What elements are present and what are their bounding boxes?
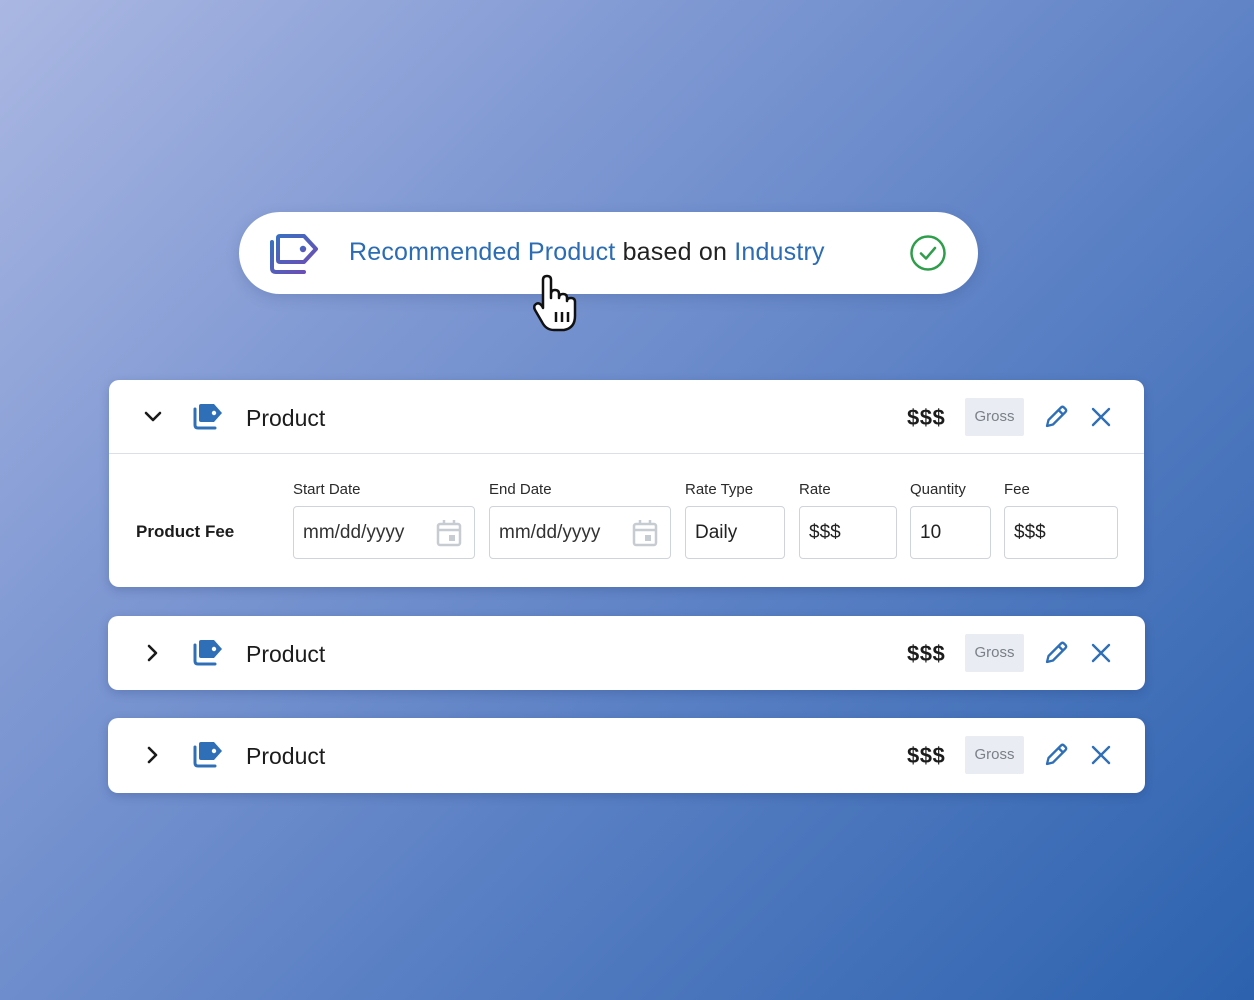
product-card-header[interactable]: Product $$$ Gross: [108, 718, 1145, 792]
rate-input[interactable]: [809, 507, 896, 558]
gross-badge: Gross: [965, 736, 1024, 774]
quantity-field[interactable]: [910, 506, 991, 559]
rate-type-label: Rate Type: [685, 481, 754, 498]
fee-input[interactable]: [1014, 507, 1117, 558]
recommendation-text[interactable]: Recommended Product based on Industry: [349, 236, 825, 268]
pencil-edit-icon[interactable]: [1043, 640, 1069, 666]
product-card-header[interactable]: Product $$$ Gross: [108, 616, 1145, 690]
quantity-label: Quantity: [910, 481, 966, 498]
gross-badge: Gross: [965, 398, 1024, 436]
product-name: Product: [246, 743, 326, 769]
pencil-edit-icon[interactable]: [1043, 404, 1069, 430]
product-price: $$$: [907, 743, 946, 768]
product-price: $$$: [907, 641, 946, 666]
calendar-icon[interactable]: [632, 519, 658, 547]
check-circle-icon: [910, 235, 946, 271]
rate-label: Rate: [799, 481, 831, 498]
product-tag-icon: [193, 742, 222, 768]
product-name: Product: [246, 641, 326, 667]
pencil-edit-icon[interactable]: [1043, 742, 1069, 768]
chevron-down-icon[interactable]: [143, 407, 163, 427]
product-card-header[interactable]: Product $$$ Gross: [109, 380, 1144, 454]
close-icon[interactable]: [1091, 745, 1111, 765]
close-icon[interactable]: [1091, 643, 1111, 663]
end-date-field[interactable]: [489, 506, 671, 559]
industry-link[interactable]: Industry: [734, 238, 825, 266]
gross-badge: Gross: [965, 634, 1024, 672]
product-fee-label: Product Fee: [136, 522, 235, 541]
product-name: Product: [246, 405, 326, 431]
tag-stack-icon: [270, 234, 318, 274]
hand-pointer-cursor-icon: [532, 274, 577, 332]
rate-type-input[interactable]: [695, 507, 784, 558]
product-card-collapsed: Product $$$ Gross: [108, 616, 1145, 690]
product-card-expanded: Product $$$ Gross Product Fee Start Date…: [109, 380, 1144, 587]
quantity-input[interactable]: [920, 507, 990, 558]
rate-field[interactable]: [799, 506, 897, 559]
chevron-right-icon[interactable]: [143, 643, 163, 663]
calendar-icon[interactable]: [436, 519, 462, 547]
start-date-label: Start Date: [293, 481, 361, 498]
product-card-collapsed: Product $$$ Gross: [108, 718, 1145, 793]
close-icon[interactable]: [1091, 407, 1111, 427]
rate-type-field[interactable]: [685, 506, 785, 559]
fee-field[interactable]: [1004, 506, 1118, 559]
start-date-field[interactable]: [293, 506, 475, 559]
fee-label: Fee: [1004, 481, 1030, 498]
recommended-product-link[interactable]: Recommended Product: [349, 238, 615, 266]
end-date-label: End Date: [489, 481, 552, 498]
recommendation-connector: based on: [615, 238, 735, 266]
product-price: $$$: [907, 405, 946, 430]
chevron-right-icon[interactable]: [143, 745, 163, 765]
product-tag-icon: [193, 404, 222, 430]
product-tag-icon: [193, 640, 222, 666]
